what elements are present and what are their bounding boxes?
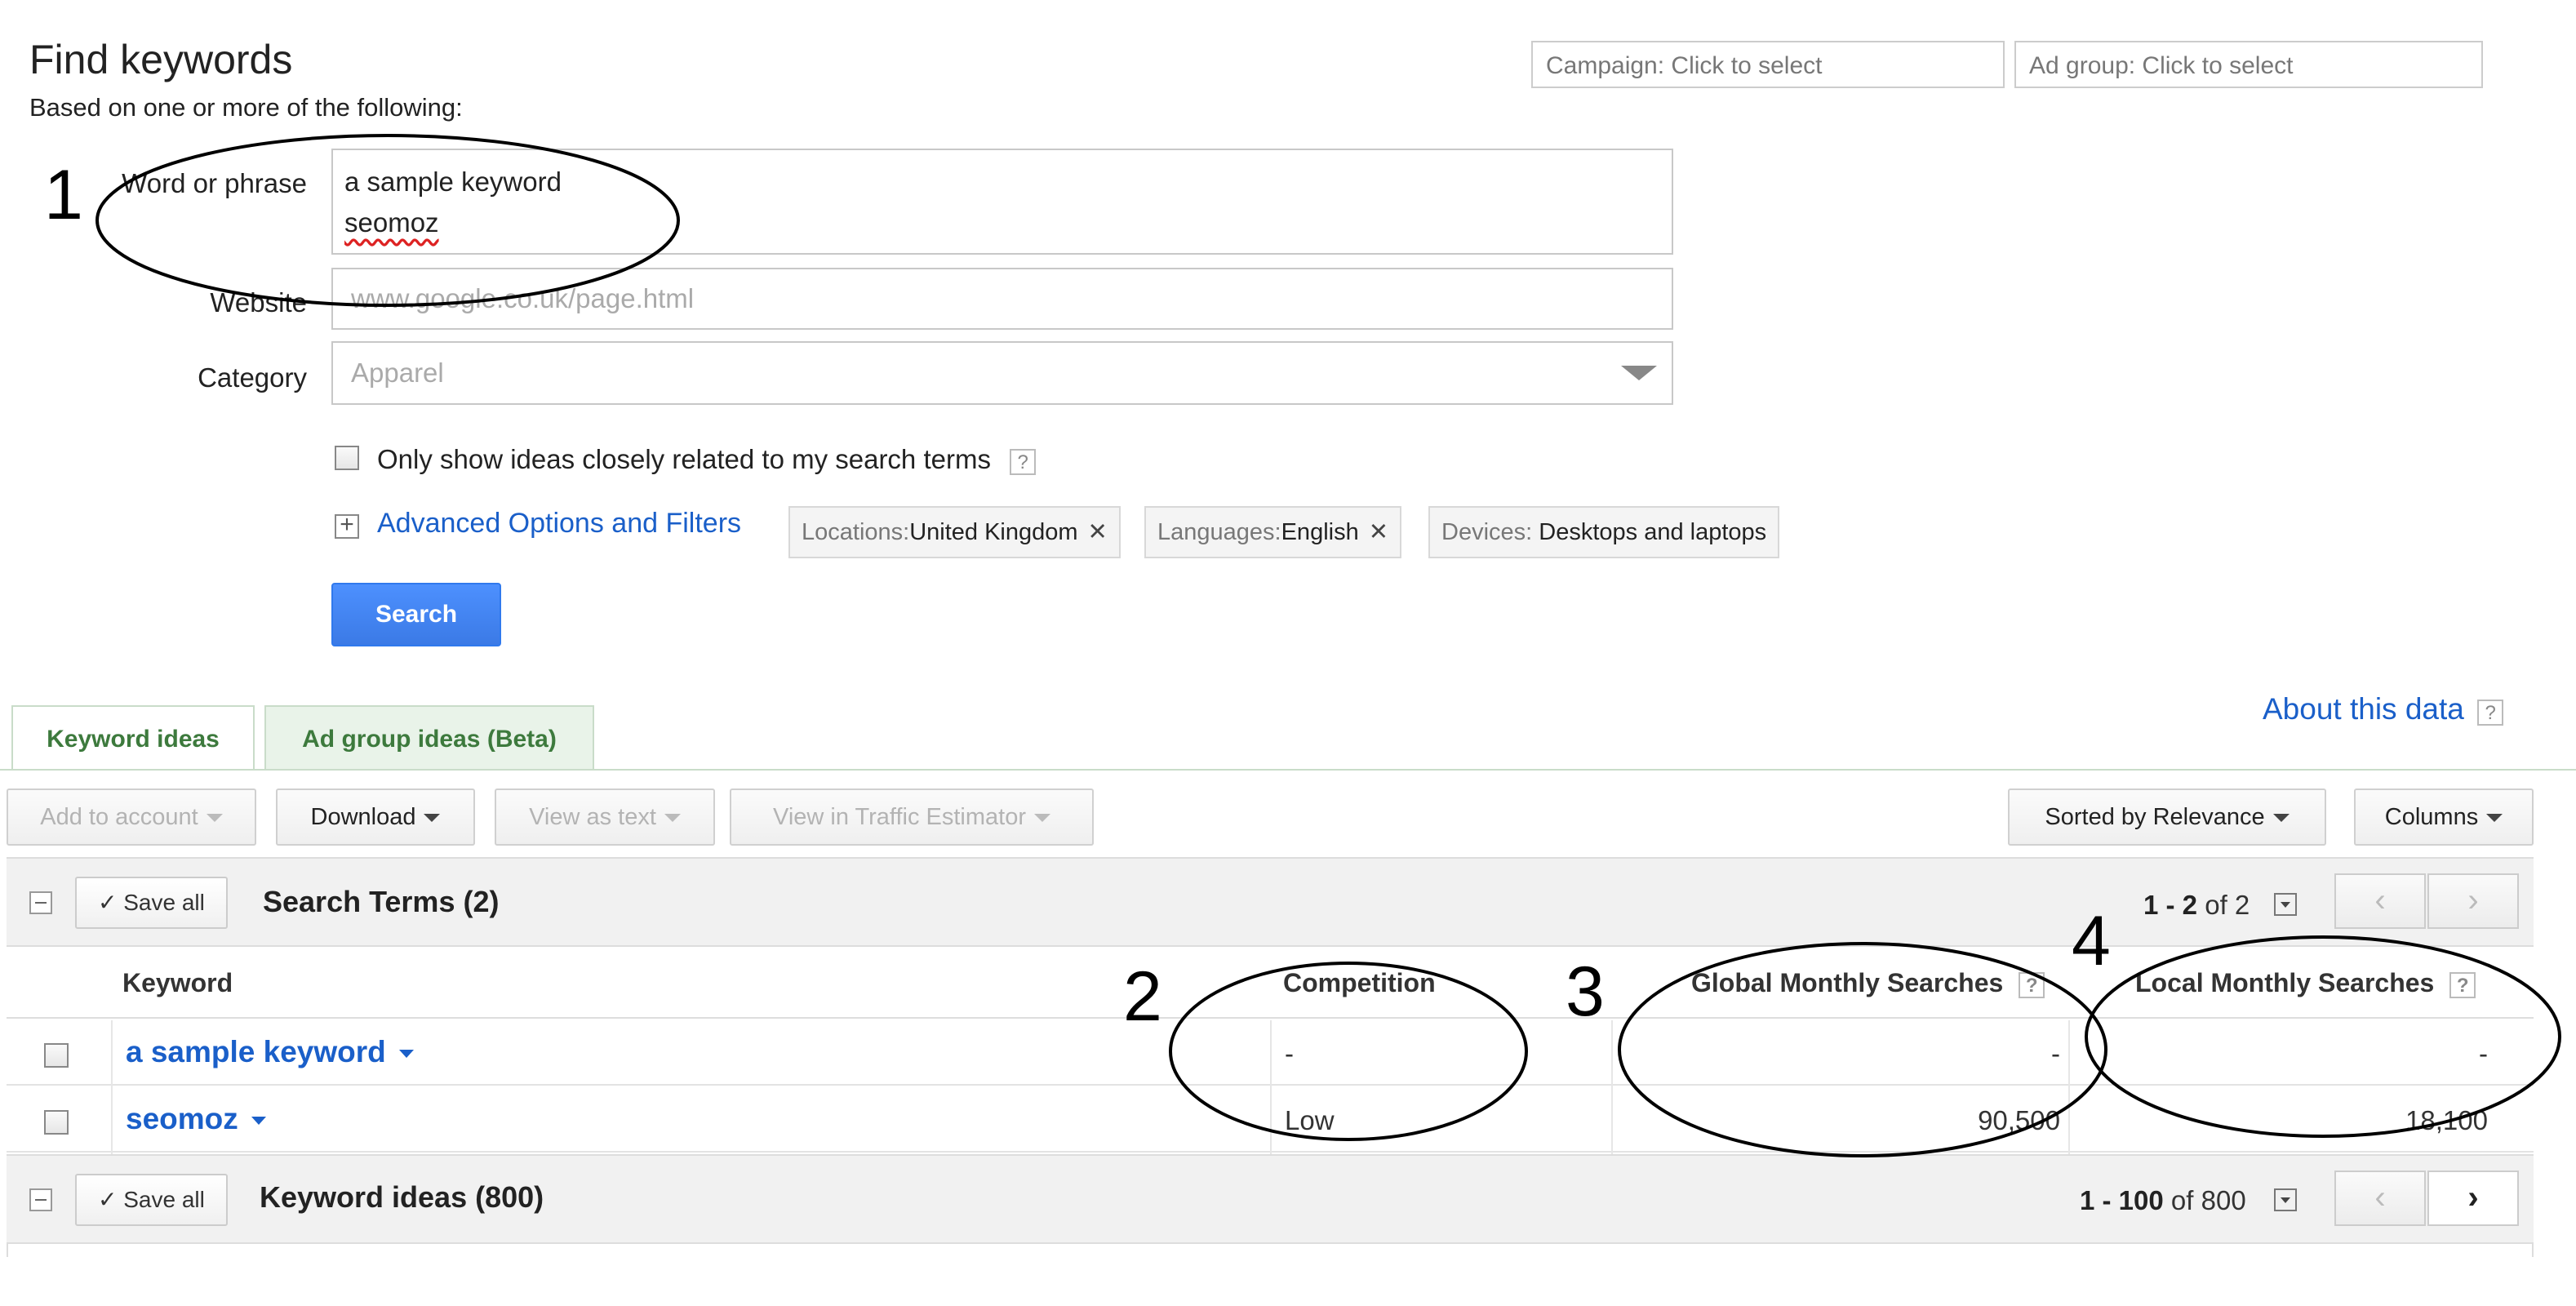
annotation-overlay — [95, 134, 2561, 1157]
annotation-ellipse-2 — [1169, 962, 1528, 1141]
annotation-number-2: 2 — [1123, 957, 1162, 1036]
annotation-number-1: 1 — [44, 156, 83, 234]
annotation-number-3: 3 — [1566, 953, 1605, 1031]
annotation-ellipse-3 — [1618, 942, 2107, 1157]
annotation-ellipse-4 — [2085, 935, 2561, 1138]
annotation-ellipse-1 — [95, 134, 680, 307]
annotation-number-4: 4 — [2072, 902, 2111, 980]
